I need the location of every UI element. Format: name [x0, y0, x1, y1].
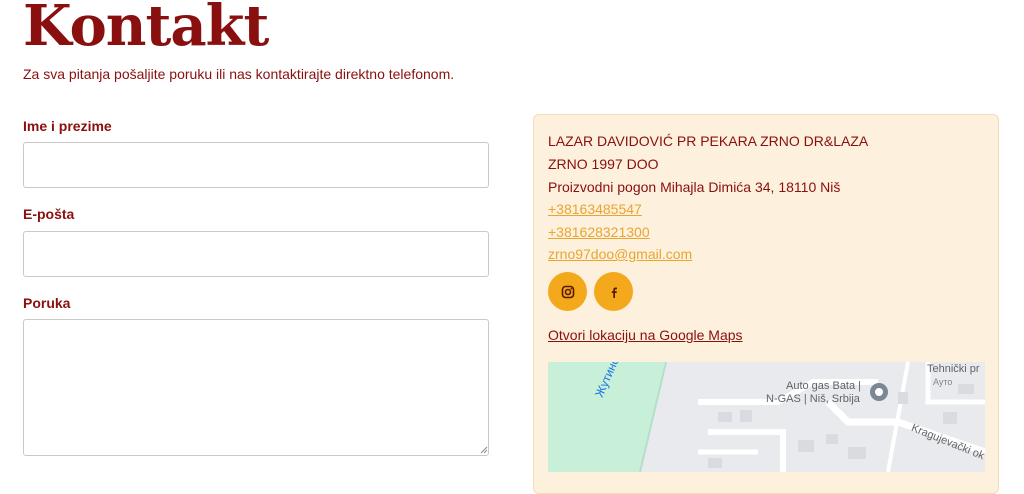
name-input[interactable] [23, 142, 489, 188]
map-place-location: N-GAS | Niš, Srbija [766, 393, 860, 405]
location-map[interactable]: Жутинска река Auto gas Bata | N-GAS | Ni… [548, 362, 985, 472]
email-link[interactable]: zrno97doo@gmail.com [548, 246, 692, 262]
email-label: E-pošta [23, 206, 75, 222]
phone-link-1[interactable]: +38163485547 [548, 201, 642, 217]
company-name: LAZAR DAVIDOVIĆ PR PEKARA ZRNO DR&LAZA [548, 133, 869, 149]
company-address: Proizvodni pogon Mihajla Dimića 34, 1811… [548, 179, 841, 195]
map-label-top-right-secondary: Ауто [933, 377, 953, 387]
map-label-top-right: Tehnički pr [927, 363, 980, 375]
message-label: Poruka [23, 295, 71, 311]
phone-link-2[interactable]: +381628321300 [548, 224, 650, 240]
instagram-button[interactable] [548, 272, 587, 311]
email-input[interactable] [23, 231, 489, 277]
instagram-icon [561, 285, 574, 298]
resize-grip-icon[interactable] [480, 446, 488, 454]
facebook-button[interactable] [594, 272, 633, 311]
map-place-name: Auto gas Bata | [786, 380, 862, 392]
message-textarea[interactable] [23, 319, 489, 456]
name-label: Ime i prezime [23, 118, 112, 134]
page-subtitle: Za sva pitanja pošaljite poruku ili nas … [23, 66, 455, 82]
google-maps-link[interactable]: Otvori lokaciju na Google Maps [548, 327, 743, 343]
facebook-icon [611, 287, 617, 298]
company-name-secondary: ZRNO 1997 DOO [548, 156, 659, 172]
page-title: Kontakt [23, 0, 269, 59]
